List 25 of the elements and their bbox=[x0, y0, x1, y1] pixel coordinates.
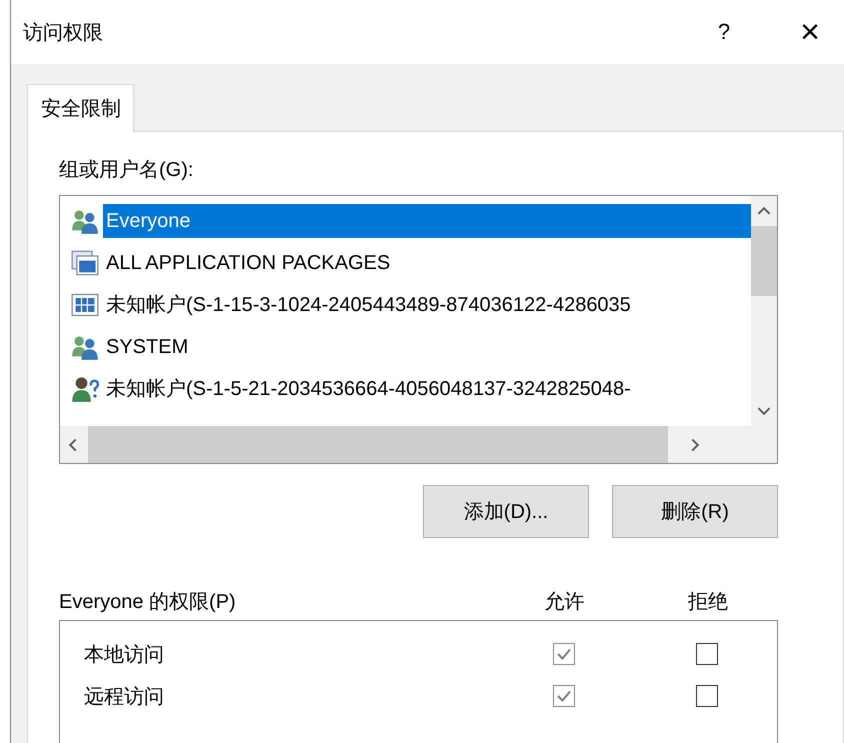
checkbox[interactable] bbox=[696, 643, 718, 665]
windows-icon bbox=[70, 249, 100, 277]
action-button[interactable]: 添加(D)... bbox=[423, 485, 589, 538]
principal-name[interactable]: 未知帐户(S-1-5-21-2034536664-4056048137-3242825048- bbox=[103, 372, 751, 406]
vertical-scrollbar[interactable] bbox=[751, 196, 777, 426]
principal-list[interactable]: Everyone ALL APPLICATION PACKAGES 未知帐户(S-1-15-3-1024-2405443489-874036122-4286035 SYSTEM 未知帐户(S-1-5-21-2034536664-4056048137-3242825048- bbox=[59, 195, 778, 464]
action-button[interactable]: 删除(R) bbox=[612, 485, 778, 538]
close-button[interactable]: × bbox=[800, 15, 820, 49]
principal-name[interactable]: Everyone bbox=[103, 204, 751, 238]
permission-name: 远程访问 bbox=[83, 684, 165, 710]
horizontal-scrollbar[interactable] bbox=[60, 426, 777, 463]
unknown-user-icon bbox=[70, 375, 100, 403]
help-button[interactable]: ? bbox=[718, 19, 730, 45]
checkbox[interactable] bbox=[696, 685, 718, 707]
principal-name[interactable]: SYSTEM bbox=[103, 330, 751, 364]
list-label: 组或用户名(G): bbox=[59, 158, 194, 183]
app-grid-icon bbox=[70, 291, 100, 319]
column-header: 拒绝 bbox=[687, 590, 729, 614]
principal-name[interactable]: 未知帐户(S-1-15-3-1024-2405443489-874036122-4286035 bbox=[103, 288, 751, 322]
column-header: 允许 bbox=[544, 590, 586, 614]
permission-name: 本地访问 bbox=[83, 642, 165, 668]
window-title: 访问权限 bbox=[23, 20, 104, 46]
principal-name[interactable]: ALL APPLICATION PACKAGES bbox=[103, 246, 751, 280]
tab[interactable]: 安全限制 bbox=[27, 84, 134, 132]
permissions-label: Everyone 的权限(P) bbox=[59, 590, 237, 614]
